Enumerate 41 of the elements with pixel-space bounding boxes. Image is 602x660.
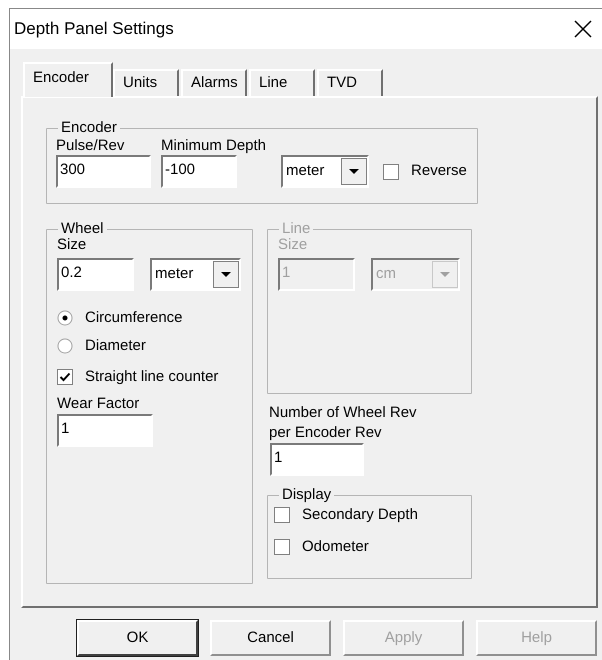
unit-dropdown[interactable]: meter xyxy=(281,155,370,188)
input-field[interactable]: -100 xyxy=(161,155,237,188)
dropdown-arrow-icon xyxy=(213,261,239,288)
unit-dropdown[interactable]: meter xyxy=(150,258,241,291)
checkbox-label: Secondary Depth xyxy=(302,504,418,525)
tab[interactable]: Line xyxy=(249,69,315,96)
dialog-button[interactable]: OK xyxy=(77,620,198,656)
field-label: Size xyxy=(57,235,88,255)
tab[interactable]: Encoder xyxy=(23,62,113,97)
radio-button[interactable] xyxy=(57,338,73,354)
checkbox-label: Odometer xyxy=(302,536,369,557)
tab[interactable]: Units xyxy=(113,69,179,96)
field-label: Number of Wheel Rev per Encoder Rev xyxy=(269,403,418,443)
input-field[interactable]: 1 xyxy=(270,443,364,476)
group-title: Encoder xyxy=(60,120,118,136)
field-label: Minimum Depth xyxy=(161,136,266,155)
input-field[interactable]: 1 xyxy=(57,414,153,447)
checkbox[interactable] xyxy=(383,164,400,180)
tab[interactable]: Alarms xyxy=(181,69,247,96)
dialog-button[interactable]: Cancel xyxy=(210,620,331,656)
window-title: Depth Panel Settings xyxy=(14,18,175,40)
radio-label: Diameter xyxy=(85,336,146,356)
input-field[interactable]: 0.2 xyxy=(57,258,134,291)
close-icon[interactable] xyxy=(574,20,592,38)
dropdown-arrow-icon xyxy=(341,158,368,185)
tab[interactable]: TVD xyxy=(317,69,383,96)
group-title: Wheel xyxy=(60,221,105,237)
field-label: Wear Factor xyxy=(57,394,140,414)
field-label: Pulse/Rev xyxy=(56,136,126,155)
group-title: Line xyxy=(281,221,312,237)
radio-label: Circumference xyxy=(85,308,183,328)
checkbox[interactable] xyxy=(57,369,73,385)
checkbox[interactable] xyxy=(274,507,290,523)
dropdown-arrow-icon xyxy=(432,261,458,288)
group-title: Display xyxy=(281,487,332,503)
checkbox-label: Straight line counter xyxy=(85,366,218,387)
checkbox[interactable] xyxy=(274,539,290,555)
field-label: Size xyxy=(278,235,308,255)
checkbox-label: Reverse xyxy=(411,161,467,182)
radio-button[interactable] xyxy=(57,310,73,326)
input-field[interactable]: 300 xyxy=(56,155,151,188)
